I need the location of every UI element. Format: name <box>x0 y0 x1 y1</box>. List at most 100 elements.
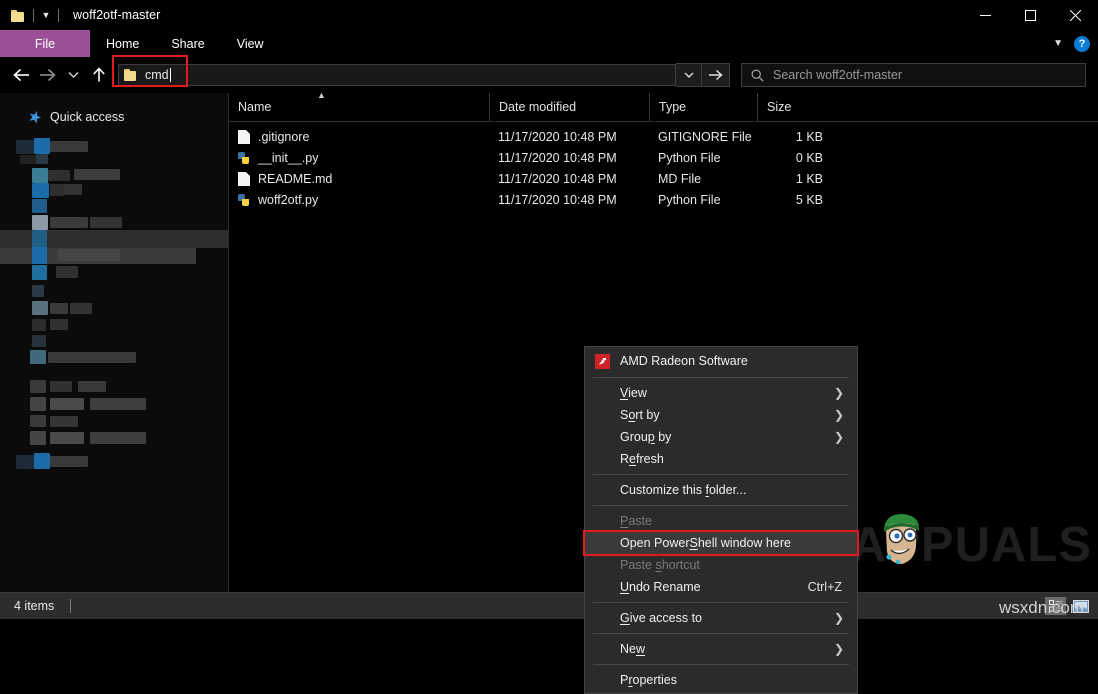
file-type: MD File <box>649 172 757 186</box>
chevron-down-icon[interactable]: ▼ <box>1053 39 1063 49</box>
context-menu-item-view[interactable]: View ❯ <box>585 382 857 404</box>
context-menu-item-shortcut: Ctrl+Z <box>808 580 842 594</box>
context-menu-item-open-powershell-window-here[interactable]: Open PowerShell window here <box>585 532 857 554</box>
details-view-icon[interactable] <box>1045 597 1066 615</box>
titlebar-divider-2 <box>58 9 59 22</box>
context-menu-item-label: Refresh <box>620 452 664 466</box>
context-menu-item-label: New <box>620 642 645 656</box>
quick-access-toolbar-dropdown-icon[interactable]: ▼ <box>40 9 52 21</box>
help-icon[interactable]: ? <box>1074 36 1090 52</box>
sidebar-item-label: Quick access <box>50 110 124 124</box>
status-bar: 4 items <box>0 592 1098 619</box>
search-input[interactable]: Search woff2otf-master <box>741 63 1086 87</box>
file-type: GITIGNORE File <box>649 130 757 144</box>
address-history-dropdown[interactable] <box>676 63 702 87</box>
table-row[interactable]: README.md 11/17/2020 10:48 PM MD File 1 … <box>229 168 1098 189</box>
status-item-count: 4 items <box>14 599 54 613</box>
navigation-bar: cmd Search woff2otf-master <box>0 57 1098 93</box>
file-name: .gitignore <box>258 130 309 144</box>
file-type: Python File <box>649 193 757 207</box>
document-file-icon <box>238 130 250 144</box>
context-menu-item-sort-by[interactable]: Sort by ❯ <box>585 404 857 426</box>
column-header-name[interactable]: Name ▲ <box>229 93 489 121</box>
tab-file[interactable]: File <box>0 30 90 57</box>
file-name-cell: woff2otf.py <box>229 193 489 207</box>
recent-locations-chevron-icon[interactable] <box>60 62 86 88</box>
explorer-body: Quick access <box>0 93 1098 592</box>
chevron-right-icon: ❯ <box>834 431 844 443</box>
document-file-icon <box>238 172 250 186</box>
context-menu-item-properties[interactable]: Properties <box>585 669 857 691</box>
titlebar-divider <box>33 9 34 22</box>
context-menu-item-customize-this-folder[interactable]: Customize this folder... <box>585 479 857 501</box>
python-file-icon <box>238 193 250 207</box>
table-row[interactable]: __init__.py 11/17/2020 10:48 PM Python F… <box>229 147 1098 168</box>
file-type: Python File <box>649 151 757 165</box>
file-name: woff2otf.py <box>258 193 318 207</box>
forward-arrow-icon[interactable] <box>34 62 60 88</box>
table-row[interactable]: .gitignore 11/17/2020 10:48 PM GITIGNORE… <box>229 126 1098 147</box>
file-name-cell: __init__.py <box>229 151 489 165</box>
context-menu-separator <box>593 474 849 475</box>
go-arrow-icon[interactable] <box>702 63 730 87</box>
star-icon <box>28 110 42 124</box>
file-size: 5 KB <box>757 193 837 207</box>
context-menu-separator <box>593 505 849 506</box>
file-date: 11/17/2020 10:48 PM <box>489 193 649 207</box>
context-menu-item-label: Group by <box>620 430 671 444</box>
context-menu-item-amd-radeon-software[interactable]: AMD Radeon Software <box>585 349 857 373</box>
context-menu-item-new[interactable]: New ❯ <box>585 638 857 660</box>
ribbon-tabs: File Home Share View ▼ ? <box>0 30 1098 57</box>
view-mode-buttons <box>1045 597 1091 615</box>
context-menu-item-give-access-to[interactable]: Give access to ❯ <box>585 607 857 629</box>
close-button[interactable] <box>1053 0 1098 30</box>
context-menu-item-label: Customize this folder... <box>620 483 746 497</box>
back-arrow-icon[interactable] <box>8 62 34 88</box>
context-menu-item-group-by[interactable]: Group by ❯ <box>585 426 857 448</box>
file-explorer-window: ▼ woff2otf-master File Home Share View ▼… <box>0 0 1098 619</box>
file-name: README.md <box>258 172 332 186</box>
chevron-right-icon: ❯ <box>834 387 844 399</box>
context-menu-item-paste-shortcut: Paste shortcut <box>585 554 857 576</box>
chevron-right-icon: ❯ <box>834 409 844 421</box>
sort-ascending-icon: ▲ <box>317 91 326 100</box>
context-menu-item-refresh[interactable]: Refresh <box>585 448 857 470</box>
table-row[interactable]: woff2otf.py 11/17/2020 10:48 PM Python F… <box>229 189 1098 210</box>
python-file-icon <box>238 151 250 165</box>
column-header-type[interactable]: Type <box>649 93 757 121</box>
navigation-pane: Quick access <box>0 93 229 592</box>
maximize-button[interactable] <box>1008 0 1053 30</box>
up-arrow-icon[interactable] <box>86 62 112 88</box>
folder-icon <box>124 69 139 81</box>
column-header-size[interactable]: Size <box>757 93 837 121</box>
tab-view[interactable]: View <box>221 30 280 57</box>
tab-home[interactable]: Home <box>90 30 155 57</box>
ribbon-right-controls: ▼ ? <box>1053 30 1090 57</box>
context-menu-separator <box>593 633 849 634</box>
context-menu-item-undo-rename[interactable]: Undo Rename Ctrl+Z <box>585 576 857 598</box>
file-date: 11/17/2020 10:48 PM <box>489 172 649 186</box>
column-header-date-modified[interactable]: Date modified <box>489 93 649 121</box>
window-title: woff2otf-master <box>73 8 160 22</box>
file-date: 11/17/2020 10:48 PM <box>489 151 649 165</box>
sidebar-item-quick-access[interactable]: Quick access <box>0 106 228 128</box>
tab-share[interactable]: Share <box>155 30 220 57</box>
context-menu-separator <box>593 377 849 378</box>
search-icon <box>751 69 764 82</box>
text-caret <box>170 68 171 82</box>
chevron-right-icon: ❯ <box>834 612 844 624</box>
minimize-button[interactable] <box>963 0 1008 30</box>
context-menu-item-label: View <box>620 386 647 400</box>
context-menu-separator <box>593 664 849 665</box>
folder-icon <box>11 9 27 22</box>
context-menu-item-label: Properties <box>620 673 677 687</box>
address-input[interactable]: cmd <box>118 64 676 86</box>
context-menu-item-label: AMD Radeon Software <box>620 354 748 368</box>
status-divider <box>70 599 71 613</box>
context-menu: AMD Radeon Software View ❯ Sort by ❯ Gro… <box>584 346 858 694</box>
file-name-cell: .gitignore <box>229 130 489 144</box>
address-bar-wrapper: cmd <box>118 64 676 86</box>
large-icons-view-icon[interactable] <box>1070 597 1091 615</box>
amd-radeon-icon <box>595 354 610 369</box>
context-menu-separator <box>593 602 849 603</box>
